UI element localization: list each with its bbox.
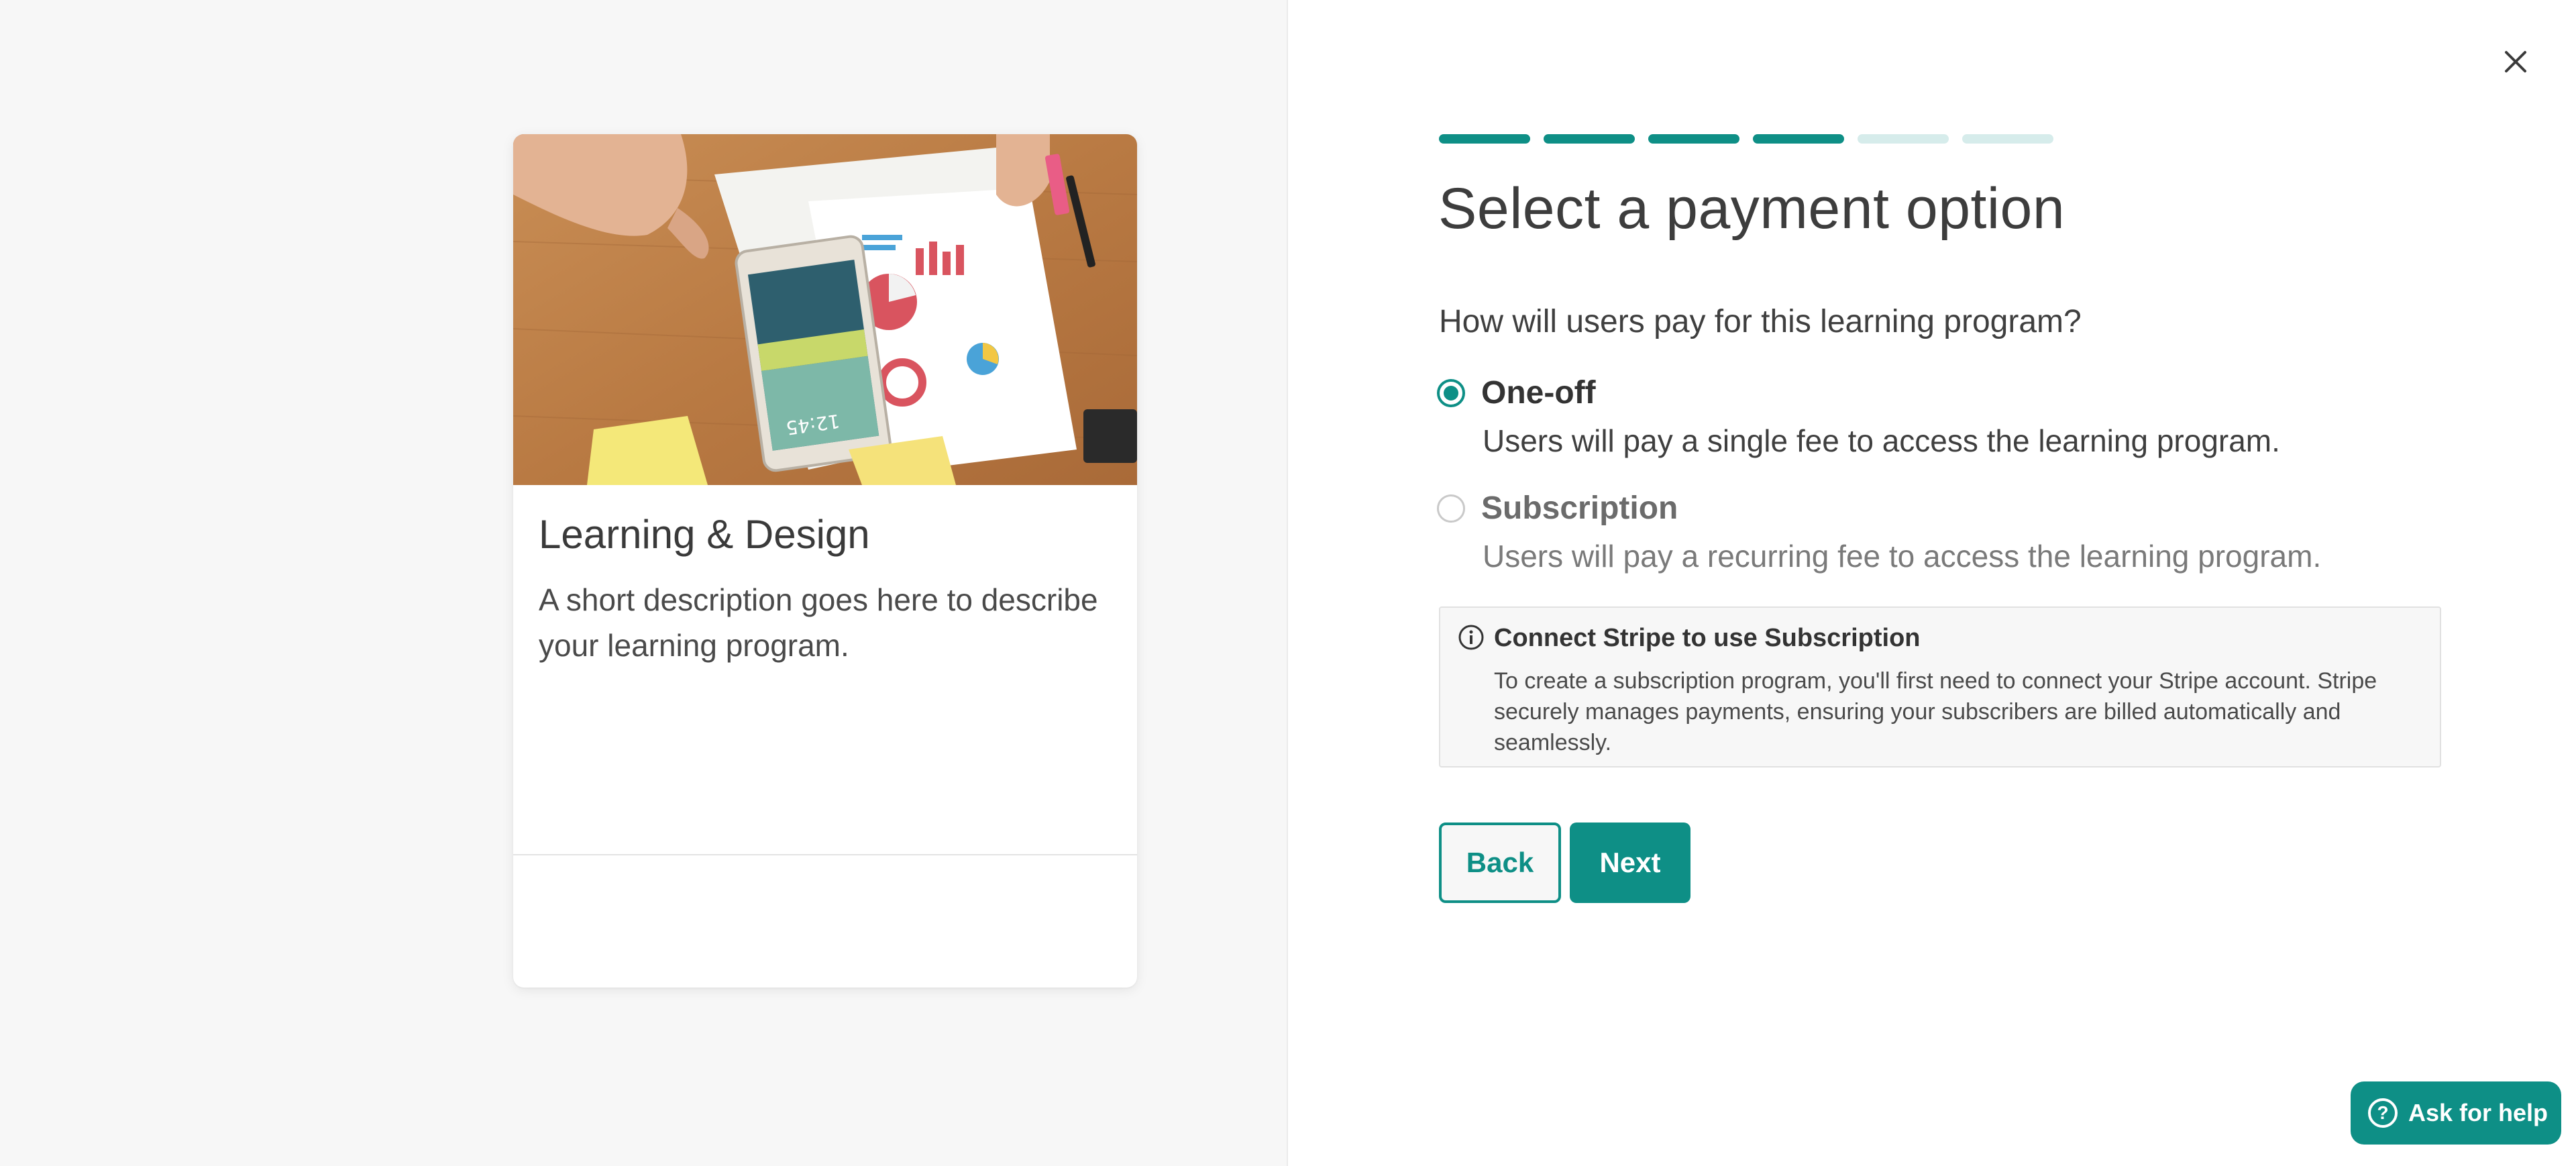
close-icon	[2505, 51, 2526, 72]
option-one-off[interactable]: One-off	[1437, 374, 1596, 411]
stripe-notice: Connect Stripe to use Subscription To cr…	[1439, 606, 2441, 767]
program-cover-image: 12:45	[513, 134, 1137, 485]
step-progress	[1439, 134, 2053, 144]
back-button[interactable]: Back	[1439, 823, 1561, 903]
page-title: Select a payment option	[1438, 176, 2065, 241]
stripe-notice-title: Connect Stripe to use Subscription	[1494, 624, 1921, 652]
one-off-label: One-off	[1481, 375, 1596, 411]
card-divider	[513, 854, 1137, 855]
preview-pane: 12:45 Learning & Design A short descript…	[0, 0, 1288, 1166]
ask-for-help-label: Ask for help	[2408, 1099, 2548, 1126]
progress-step	[1544, 134, 1635, 144]
one-off-radio[interactable]	[1437, 378, 1465, 407]
program-title: Learning & Design	[539, 512, 870, 557]
next-button[interactable]: Next	[1570, 823, 1690, 903]
program-card: 12:45 Learning & Design A short descript…	[513, 134, 1137, 988]
stripe-notice-text: To create a subscription program, you'll…	[1494, 668, 2377, 755]
payment-question: How will users pay for this learning pro…	[1439, 304, 2082, 339]
progress-step	[1858, 134, 1949, 144]
subscription-radio[interactable]	[1437, 494, 1465, 523]
progress-step	[1962, 134, 2053, 144]
info-icon	[1458, 625, 1484, 650]
progress-step	[1439, 134, 1530, 144]
question-icon: ?	[2368, 1098, 2398, 1128]
subscription-label: Subscription	[1481, 490, 1678, 526]
progress-step	[1753, 134, 1844, 144]
close-button[interactable]	[2496, 42, 2536, 82]
progress-step	[1648, 134, 1739, 144]
option-subscription[interactable]: Subscription	[1437, 490, 1678, 527]
program-description: A short description goes here to describ…	[539, 582, 1098, 663]
subscription-description: Users will pay a recurring fee to access…	[1483, 539, 2322, 574]
ask-for-help-button[interactable]: ? Ask for help	[2351, 1081, 2561, 1145]
one-off-description: Users will pay a single fee to access th…	[1483, 423, 2280, 458]
